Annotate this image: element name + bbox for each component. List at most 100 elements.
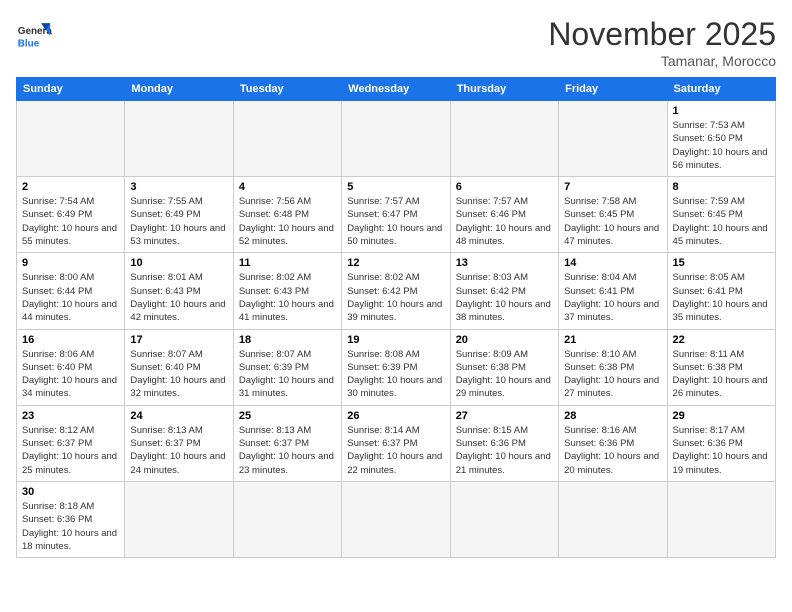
calendar-cell xyxy=(125,481,233,557)
calendar-cell: 7Sunrise: 7:58 AMSunset: 6:45 PMDaylight… xyxy=(559,177,667,253)
day-number: 23 xyxy=(22,410,119,422)
day-info: Sunrise: 8:17 AMSunset: 6:36 PMDaylight:… xyxy=(673,424,770,477)
calendar-cell xyxy=(450,481,558,557)
calendar-cell: 11Sunrise: 8:02 AMSunset: 6:43 PMDayligh… xyxy=(233,253,341,329)
day-number: 21 xyxy=(564,334,661,346)
weekday-header-thursday: Thursday xyxy=(450,78,558,101)
day-number: 30 xyxy=(22,486,119,498)
logo-icon: General Blue xyxy=(16,16,52,52)
calendar-cell: 28 Sunrise: 8:16 AMSunset: 6:36 PMDayligh… xyxy=(559,405,667,481)
day-info: Sunrise: 8:03 AMSunset: 6:42 PMDaylight:… xyxy=(456,271,553,324)
month-title: November 2025 xyxy=(548,16,776,53)
day-info: Sunrise: 8:02 AMSunset: 6:43 PMDaylight:… xyxy=(239,271,336,324)
day-info: Sunrise: 7:55 AMSunset: 6:49 PMDaylight:… xyxy=(130,195,227,248)
calendar-cell: 12Sunrise: 8:02 AMSunset: 6:42 PMDayligh… xyxy=(342,253,450,329)
calendar-cell: 14Sunrise: 8:04 AMSunset: 6:41 PMDayligh… xyxy=(559,253,667,329)
day-number: 18 xyxy=(239,334,336,346)
calendar-cell: 26 Sunrise: 8:14 AMSunset: 6:37 PMDayligh… xyxy=(342,405,450,481)
calendar-cell: 6 Sunrise: 7:57 AMSunset: 6:46 PMDaylight… xyxy=(450,177,558,253)
day-number: 25 xyxy=(239,410,336,422)
day-number: 6 xyxy=(456,181,553,193)
calendar-cell: 27 Sunrise: 8:15 AMSunset: 6:36 PMDayligh… xyxy=(450,405,558,481)
day-info: Sunrise: 7:58 AMSunset: 6:45 PMDaylight:… xyxy=(564,195,661,248)
calendar-cell: 4 Sunrise: 7:56 AMSunset: 6:48 PMDaylight… xyxy=(233,177,341,253)
calendar-cell: 24 Sunrise: 8:13 AMSunset: 6:37 PMDayligh… xyxy=(125,405,233,481)
weekday-header-saturday: Saturday xyxy=(667,78,775,101)
day-info: Sunrise: 7:59 AMSunset: 6:45 PMDaylight:… xyxy=(673,195,770,248)
calendar-cell xyxy=(450,101,558,177)
calendar-cell xyxy=(342,481,450,557)
calendar-week-row: 23 Sunrise: 8:12 AMSunset: 6:37 PMDayligh… xyxy=(17,405,776,481)
day-number: 15 xyxy=(673,257,770,269)
calendar-cell: 3Sunrise: 7:55 AMSunset: 6:49 PMDaylight… xyxy=(125,177,233,253)
day-number: 8 xyxy=(673,181,770,193)
day-number: 20 xyxy=(456,334,553,346)
calendar-cell: 23 Sunrise: 8:12 AMSunset: 6:37 PMDayligh… xyxy=(17,405,125,481)
day-info: Sunrise: 7:53 AMSunset: 6:50 PMDaylight:… xyxy=(673,119,770,172)
day-number: 28 xyxy=(564,410,661,422)
day-info: Sunrise: 7:56 AMSunset: 6:48 PMDaylight:… xyxy=(239,195,336,248)
calendar-cell: 1 Sunrise: 7:53 AMSunset: 6:50 PMDaylight… xyxy=(667,101,775,177)
day-info: Sunrise: 8:12 AMSunset: 6:37 PMDaylight:… xyxy=(22,424,119,477)
day-info: Sunrise: 8:10 AMSunset: 6:38 PMDaylight:… xyxy=(564,348,661,401)
day-number: 13 xyxy=(456,257,553,269)
day-number: 4 xyxy=(239,181,336,193)
calendar-cell: 16 Sunrise: 8:06 AMSunset: 6:40 PMDayligh… xyxy=(17,329,125,405)
weekday-header-monday: Monday xyxy=(125,78,233,101)
day-number: 19 xyxy=(347,334,444,346)
day-number: 24 xyxy=(130,410,227,422)
calendar-week-row: 16 Sunrise: 8:06 AMSunset: 6:40 PMDayligh… xyxy=(17,329,776,405)
day-info: Sunrise: 7:57 AMSunset: 6:46 PMDaylight:… xyxy=(456,195,553,248)
day-info: Sunrise: 8:15 AMSunset: 6:36 PMDaylight:… xyxy=(456,424,553,477)
calendar-cell xyxy=(559,101,667,177)
day-info: Sunrise: 8:11 AMSunset: 6:38 PMDaylight:… xyxy=(673,348,770,401)
day-number: 2 xyxy=(22,181,119,193)
day-info: Sunrise: 8:18 AMSunset: 6:36 PMDaylight:… xyxy=(22,500,119,553)
weekday-header-wednesday: Wednesday xyxy=(342,78,450,101)
day-info: Sunrise: 8:07 AMSunset: 6:40 PMDaylight:… xyxy=(130,348,227,401)
calendar-week-row: 2 Sunrise: 7:54 AMSunset: 6:49 PMDaylight… xyxy=(17,177,776,253)
day-info: Sunrise: 8:13 AMSunset: 6:37 PMDaylight:… xyxy=(239,424,336,477)
svg-text:Blue: Blue xyxy=(18,39,40,50)
calendar-cell xyxy=(17,101,125,177)
calendar-cell: 30 Sunrise: 8:18 AMSunset: 6:36 PMDayligh… xyxy=(17,481,125,557)
calendar-cell: 10Sunrise: 8:01 AMSunset: 6:43 PMDayligh… xyxy=(125,253,233,329)
day-info: Sunrise: 8:06 AMSunset: 6:40 PMDaylight:… xyxy=(22,348,119,401)
day-info: Sunrise: 7:57 AMSunset: 6:47 PMDaylight:… xyxy=(347,195,444,248)
day-info: Sunrise: 8:14 AMSunset: 6:37 PMDaylight:… xyxy=(347,424,444,477)
day-number: 12 xyxy=(347,257,444,269)
calendar-cell: 21 Sunrise: 8:10 AMSunset: 6:38 PMDayligh… xyxy=(559,329,667,405)
day-info: Sunrise: 7:54 AMSunset: 6:49 PMDaylight:… xyxy=(22,195,119,248)
day-info: Sunrise: 8:16 AMSunset: 6:36 PMDaylight:… xyxy=(564,424,661,477)
calendar-week-row: 1 Sunrise: 7:53 AMSunset: 6:50 PMDaylight… xyxy=(17,101,776,177)
day-info: Sunrise: 8:13 AMSunset: 6:37 PMDaylight:… xyxy=(130,424,227,477)
calendar-cell xyxy=(667,481,775,557)
calendar-cell: 13 Sunrise: 8:03 AMSunset: 6:42 PMDayligh… xyxy=(450,253,558,329)
day-number: 10 xyxy=(130,257,227,269)
calendar-week-row: 9Sunrise: 8:00 AMSunset: 6:44 PMDaylight… xyxy=(17,253,776,329)
location-subtitle: Tamanar, Morocco xyxy=(548,53,776,69)
day-info: Sunrise: 8:09 AMSunset: 6:38 PMDaylight:… xyxy=(456,348,553,401)
logo: General Blue xyxy=(16,16,52,52)
page-header: General Blue November 2025 Tamanar, Moro… xyxy=(16,16,776,69)
weekday-header-row: SundayMondayTuesdayWednesdayThursdayFrid… xyxy=(17,78,776,101)
day-number: 16 xyxy=(22,334,119,346)
calendar-cell xyxy=(559,481,667,557)
calendar-cell: 20 Sunrise: 8:09 AMSunset: 6:38 PMDayligh… xyxy=(450,329,558,405)
day-number: 1 xyxy=(673,105,770,117)
calendar-cell: 29Sunrise: 8:17 AMSunset: 6:36 PMDayligh… xyxy=(667,405,775,481)
day-number: 17 xyxy=(130,334,227,346)
day-number: 26 xyxy=(347,410,444,422)
day-number: 5 xyxy=(347,181,444,193)
weekday-header-friday: Friday xyxy=(559,78,667,101)
day-number: 27 xyxy=(456,410,553,422)
calendar-cell xyxy=(233,481,341,557)
calendar-cell: 5 Sunrise: 7:57 AMSunset: 6:47 PMDaylight… xyxy=(342,177,450,253)
calendar-cell: 22Sunrise: 8:11 AMSunset: 6:38 PMDayligh… xyxy=(667,329,775,405)
weekday-header-tuesday: Tuesday xyxy=(233,78,341,101)
day-number: 14 xyxy=(564,257,661,269)
calendar-cell: 19Sunrise: 8:08 AMSunset: 6:39 PMDayligh… xyxy=(342,329,450,405)
calendar-cell: 25 Sunrise: 8:13 AMSunset: 6:37 PMDayligh… xyxy=(233,405,341,481)
day-number: 9 xyxy=(22,257,119,269)
calendar-cell: 2 Sunrise: 7:54 AMSunset: 6:49 PMDaylight… xyxy=(17,177,125,253)
